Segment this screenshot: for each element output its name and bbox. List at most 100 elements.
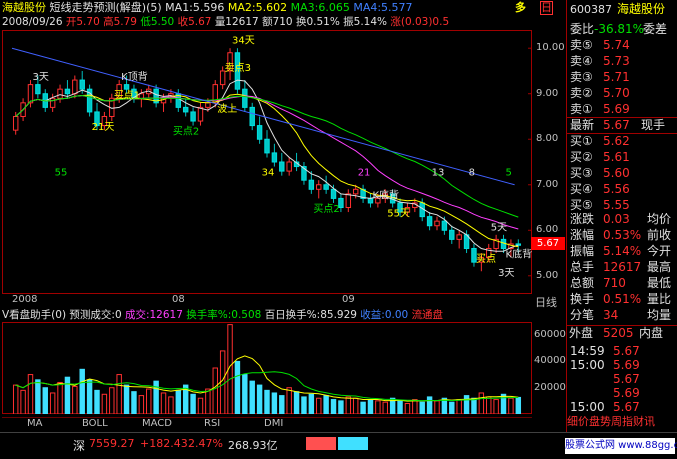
stock-code: 600387 xyxy=(570,3,612,16)
panel-bottom-tabs[interactable]: 细价盘势周指财讯 xyxy=(567,414,677,429)
candle-body xyxy=(256,125,263,140)
volume-bar xyxy=(323,395,329,414)
volume-bar xyxy=(57,381,63,414)
time-tick: 09 xyxy=(342,294,355,305)
quote-amplitude: 振5.14% xyxy=(343,16,388,28)
sell-price: 5.70 xyxy=(603,86,630,100)
volume-bar xyxy=(486,396,492,414)
quote-high: 高5.79 xyxy=(103,16,137,28)
volume-bar xyxy=(375,400,381,414)
ma4-value: MA4:5.577 xyxy=(353,1,413,14)
buy-price: 5.61 xyxy=(603,150,630,164)
volume-bar xyxy=(160,392,167,414)
candle-body xyxy=(64,88,71,95)
index-down-bar xyxy=(338,437,368,450)
volume-bar xyxy=(449,401,455,414)
chart-annotation: 买点 xyxy=(476,253,496,265)
quote-amount: 额710 xyxy=(262,16,293,28)
volume-bar xyxy=(271,392,278,414)
latest-price: 5.67 xyxy=(603,118,630,132)
candle-body xyxy=(242,88,248,108)
chart-annotation: 3天 xyxy=(498,268,514,279)
volume-bar xyxy=(12,384,19,414)
stat-right-label: 前收 xyxy=(647,228,672,242)
volume-bar xyxy=(493,399,499,414)
predicted-volume: 预测成交:0 xyxy=(69,309,122,321)
volume-bar xyxy=(360,401,366,414)
chart-title-bar: 海越股份 短线走势预测(解盘)(5) MA1:5.596 MA2:5.602 M… xyxy=(2,1,413,15)
order-ratio-row: 委比 -36.81% 委差 xyxy=(567,22,677,37)
price-tick: 6.00 xyxy=(536,224,559,236)
buy-price: 5.62 xyxy=(603,134,630,148)
candle-body xyxy=(49,97,56,108)
tab-ma[interactable]: MA xyxy=(27,418,42,429)
quote-volume: 量12617 xyxy=(214,16,259,28)
price-tick: 8.00 xyxy=(536,133,559,145)
chart-annotation: K底背 xyxy=(506,248,532,261)
stat-row: 总手 12617 最高 xyxy=(567,260,677,275)
candle-body xyxy=(205,102,211,108)
stat-label: 分笔 xyxy=(570,308,595,322)
volume-bar xyxy=(94,389,100,414)
stat-label: 换手 xyxy=(570,292,595,306)
day-label[interactable]: 日 xyxy=(540,1,553,15)
volume-tick: 60000 xyxy=(534,329,566,341)
buy-price: 5.60 xyxy=(603,166,630,180)
chart-annotation: 34 xyxy=(262,168,275,179)
chart-annotation: 买点1 xyxy=(114,89,140,101)
index-name[interactable]: 深 xyxy=(73,437,85,454)
ma3-value: MA3:6.065 xyxy=(290,1,350,14)
period-label[interactable]: 日线 xyxy=(535,294,557,310)
volume-bar xyxy=(456,399,462,414)
stat-value: 12617 xyxy=(603,260,642,274)
volume-bar xyxy=(101,393,108,414)
volume-bar xyxy=(316,397,322,414)
stat-right-label: 最低 xyxy=(647,276,672,290)
tick-price: 5.67 xyxy=(613,344,640,358)
index-status-bar: 深 7559.27 +182.43 2.47% 268.93亿 股票公式网 ww… xyxy=(0,432,677,459)
candle-body xyxy=(249,106,255,127)
tab-dmi[interactable]: DMI xyxy=(264,418,283,429)
tab-macd[interactable]: MACD xyxy=(142,418,172,429)
tab-rsi[interactable]: RSI xyxy=(204,418,220,429)
gain-value: 收益:0.00 xyxy=(360,309,409,321)
candle-body xyxy=(12,115,19,131)
tab-boll[interactable]: BOLL xyxy=(82,418,108,429)
volume-bar xyxy=(478,392,485,414)
volume-indicator-name[interactable]: V看盘助手(0) xyxy=(2,309,66,321)
stat-label: 总手 xyxy=(570,260,595,274)
volume-bar xyxy=(471,397,477,414)
volume-bar xyxy=(308,393,315,414)
sell-label: 卖⑤ xyxy=(570,38,593,52)
buy-row: 买④ 5.56 xyxy=(567,182,677,197)
candle-body xyxy=(330,188,337,199)
indicator-name[interactable]: 短线走势预测(解盘)(5) xyxy=(50,1,162,14)
volume-bar xyxy=(397,400,403,414)
stat-value: 710 xyxy=(603,276,626,290)
candle-body xyxy=(316,184,322,190)
buy-row: 买① 5.62 xyxy=(567,134,677,149)
latest-label: 最新 xyxy=(570,118,595,132)
order-ratio-value: -36.81% xyxy=(594,22,645,36)
candle-body xyxy=(345,193,352,209)
volume-bar xyxy=(249,380,255,414)
chart-annotation: 买点2 xyxy=(173,126,199,138)
candle-body xyxy=(308,179,315,190)
stat-right-label: 均价 xyxy=(647,212,672,226)
volume-bar xyxy=(64,376,71,414)
candle-body xyxy=(426,216,433,227)
chart-annotation: 波上 xyxy=(217,102,237,115)
sell-row: 卖⑤ 5.74 xyxy=(567,38,677,53)
price-chart[interactable]: 3天 21天 34天 K顶背波上 K底背 55天 5天 K底背 3天 55 34 21 13 8 5 买点1 买… xyxy=(2,30,532,294)
candle-body xyxy=(182,106,189,113)
candle-body xyxy=(35,84,41,95)
current-price-marker: 5.67 xyxy=(531,237,565,250)
index-pct: 2.47% xyxy=(188,437,223,450)
stock-name[interactable]: 海越股份 xyxy=(2,1,46,14)
buy-label: 买③ xyxy=(570,166,593,180)
volume-bar xyxy=(146,388,152,414)
ma2-value: MA2:5.602 xyxy=(227,1,288,14)
stat-row: 涨跌 0.03 均价 xyxy=(567,212,677,227)
volume-chart[interactable] xyxy=(2,322,532,414)
chart-annotation: 5天 xyxy=(491,222,507,233)
